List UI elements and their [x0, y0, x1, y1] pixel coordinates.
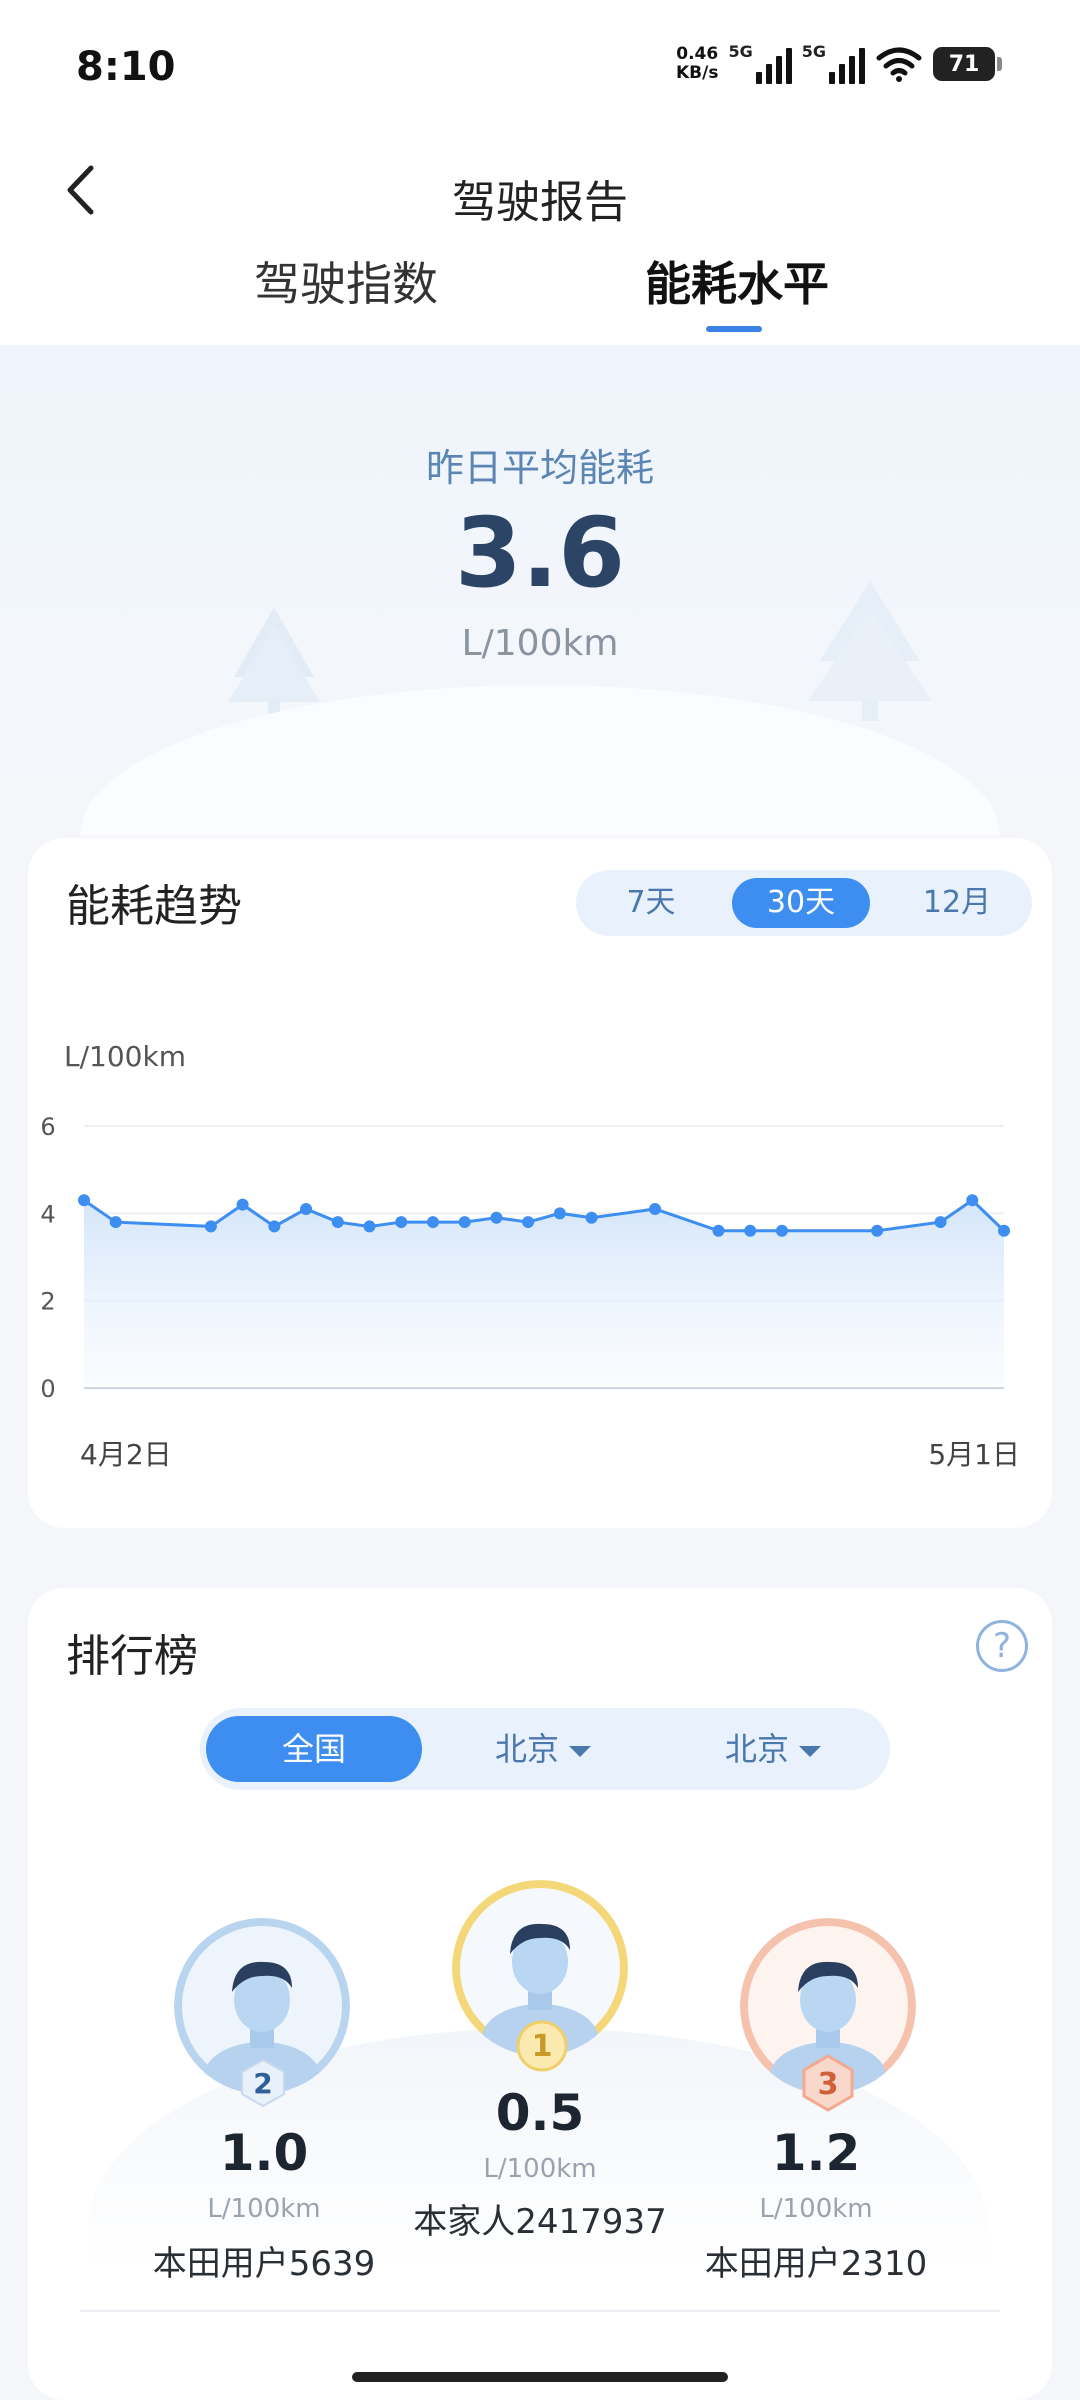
podium-rank-1[interactable]: 1 0.5 L/100km 本家人2417937 [390, 1880, 690, 2280]
wifi-icon [876, 47, 922, 82]
data-point [871, 1224, 884, 1237]
rank-name: 本田用户5639 [152, 2244, 376, 2284]
battery-icon: 71 [933, 47, 1002, 81]
question-icon[interactable]: ? [976, 1620, 1028, 1672]
y-tick-label: 6 [40, 1113, 55, 1141]
status-time: 8:10 [76, 44, 176, 90]
y-tick-label: 4 [40, 1200, 55, 1228]
status-bar: 8:10 0.46 KB/s 5G 5G 71 [0, 0, 1080, 130]
net-speed-unit: KB/s [676, 63, 719, 83]
rank-value: 0.5 [495, 2084, 585, 2142]
podium-rank-3[interactable]: 3 1.2 L/100km 本田用户2310 [692, 1918, 992, 2318]
rank-name: 本家人2417937 [413, 2202, 667, 2242]
page-title: 驾驶报告 [452, 177, 628, 228]
data-point [204, 1220, 217, 1233]
rank-1-badge: 1 [516, 2020, 568, 2072]
hero-label: 昨日平均能耗 [425, 446, 654, 490]
data-point [553, 1207, 566, 1220]
data-point [966, 1194, 979, 1207]
data-point [426, 1216, 439, 1229]
rank-2-badge: 2 [241, 2058, 285, 2108]
podium-rank-2[interactable]: 2 1.0 L/100km 本田用户5639 [88, 1918, 388, 2318]
energy-trend-card: 能耗趋势 7天 30天 12月 L/100km 6 4 2 0 4月2日 5月1日 [28, 838, 1052, 1528]
battery-level: 71 [933, 47, 995, 81]
data-point [649, 1202, 662, 1215]
data-point [236, 1198, 249, 1211]
tab-bar: 驾驶指数 能耗水平 [0, 248, 1080, 338]
caret-down-icon [569, 1745, 591, 1757]
rank-number: 3 [818, 2067, 839, 2102]
tab-driving-index[interactable]: 驾驶指数 [254, 248, 438, 314]
data-point [585, 1211, 598, 1224]
signal-type-label: 5G [728, 42, 753, 61]
data-point [78, 1194, 90, 1207]
data-point [268, 1220, 281, 1233]
trend-area [84, 1200, 1004, 1388]
data-point [934, 1216, 947, 1229]
data-point [998, 1224, 1010, 1237]
rank-name: 本田用户2310 [704, 2244, 928, 2284]
y-tick-label: 2 [40, 1288, 55, 1316]
tab-energy-level[interactable]: 能耗水平 [645, 248, 829, 314]
rank-3-badge: 3 [802, 2054, 854, 2112]
data-point [395, 1216, 408, 1229]
hero-summary: 昨日平均能耗 3.6 L/100km [0, 345, 1080, 835]
rank-unit: L/100km [759, 2194, 873, 2224]
trend-chart-svg: L/100km 6 4 2 0 4月2日 5月1日 [40, 1040, 1020, 1471]
average-consumption-unit: L/100km [461, 623, 619, 664]
region-label: 北京 [494, 1730, 559, 1768]
data-point [775, 1224, 788, 1237]
trend-chart: L/100km 6 4 2 0 4月2日 5月1日 [28, 1008, 1052, 1471]
ranking-title: 排行榜 [66, 1631, 198, 1682]
header: 驾驶报告 驾驶指数 能耗水平 [0, 130, 1080, 345]
data-point [712, 1224, 725, 1237]
average-consumption-value: 3.6 [454, 497, 626, 609]
region-label: 北京 [724, 1730, 789, 1768]
x-end-label: 5月1日 [928, 1438, 1020, 1468]
data-point [458, 1216, 471, 1229]
x-start-label: 4月2日 [80, 1438, 172, 1468]
signal-icon: 5G [801, 42, 865, 84]
home-indicator[interactable] [352, 2372, 728, 2382]
data-point [300, 1202, 313, 1215]
divider [80, 2310, 1000, 2312]
data-point [331, 1216, 344, 1229]
signal-type-label: 5G [801, 42, 826, 61]
rank-number: 2 [253, 2067, 272, 2100]
net-speed-value: 0.46 [676, 44, 719, 64]
status-icons: 0.46 KB/s 5G 5G 71 [676, 42, 1002, 84]
region-label: 全国 [281, 1730, 346, 1768]
region-dropdown-province[interactable]: 北京 [478, 1716, 608, 1782]
data-point [744, 1224, 757, 1237]
ranking-card: 排行榜 ? 全国 北京 北京 2 1.0 L/100km 本田用户5639 1 … [28, 1588, 1052, 2400]
rank-unit: L/100km [483, 2154, 597, 2184]
period-7-days[interactable]: 7天 [596, 878, 706, 928]
period-30-days[interactable]: 30天 [732, 878, 870, 928]
rank-number: 1 [532, 2029, 553, 2064]
data-point [109, 1216, 122, 1229]
data-point [363, 1220, 376, 1233]
caret-down-icon [799, 1745, 821, 1757]
rank-value: 1.0 [219, 2124, 309, 2182]
region-selector: 全国 北京 北京 [200, 1708, 890, 1790]
network-speed: 0.46 KB/s [676, 45, 718, 83]
rank-unit: L/100km [207, 2194, 321, 2224]
region-nationwide[interactable]: 全国 [206, 1716, 422, 1782]
period-selector: 7天 30天 12月 [576, 870, 1032, 936]
period-12-months[interactable]: 12月 [892, 878, 1022, 928]
region-dropdown-city[interactable]: 北京 [708, 1716, 838, 1782]
active-tab-indicator [706, 326, 762, 332]
y-axis-label: L/100km [64, 1040, 186, 1073]
rank-value: 1.2 [771, 2124, 861, 2182]
data-point [522, 1216, 535, 1229]
data-point [490, 1211, 503, 1224]
trend-title: 能耗趋势 [66, 881, 242, 932]
y-tick-label: 0 [40, 1375, 55, 1403]
signal-icon: 5G [728, 42, 792, 84]
